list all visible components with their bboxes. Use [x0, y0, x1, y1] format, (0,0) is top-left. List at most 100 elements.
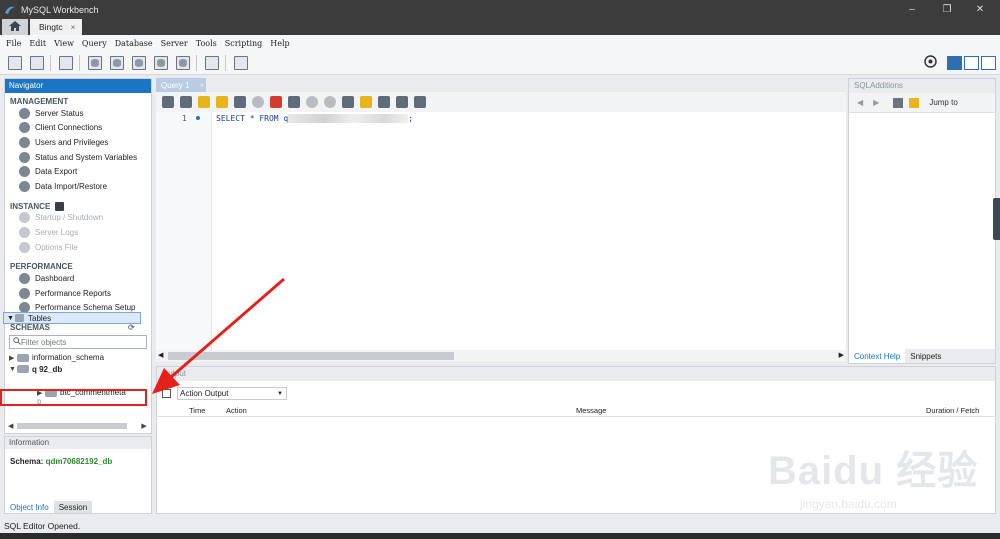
tree-row-information-schema[interactable]: ▶ information_schema	[5, 352, 151, 364]
new-sql-tab-icon[interactable]	[8, 55, 22, 70]
tab-session[interactable]: Session	[53, 501, 93, 513]
close-tab-icon[interactable]: ×	[71, 23, 76, 32]
nav-data-export[interactable]: Data Export	[5, 164, 151, 179]
editor-hscroll[interactable]: ◀ ▶	[156, 350, 846, 362]
menu-help[interactable]: Help	[270, 39, 289, 48]
query-tab[interactable]: Query 1 ×	[156, 78, 206, 92]
create-function-icon[interactable]	[176, 55, 190, 70]
column-message[interactable]: Message	[576, 406, 606, 415]
nav-client-connections[interactable]: Client Connections	[5, 121, 151, 136]
menu-scripting[interactable]: Scripting	[225, 39, 263, 48]
inspector-icon[interactable]	[59, 55, 73, 70]
nav-performance-reports[interactable]: Performance Reports	[5, 286, 151, 301]
minimize-button[interactable]: –	[897, 0, 927, 19]
create-procedure-icon[interactable]	[154, 55, 168, 70]
rollback-icon[interactable]	[324, 96, 336, 108]
output-type-select[interactable]: Action Output ▼	[177, 387, 287, 400]
main-toolbar	[0, 51, 1000, 75]
instance-section-title: INSTANCE	[5, 201, 151, 211]
open-file-icon[interactable]	[162, 96, 174, 108]
jump-to-label[interactable]: Jump to	[929, 98, 957, 107]
beautify-icon[interactable]	[360, 96, 372, 108]
menu-file[interactable]: File	[6, 39, 21, 48]
menu-database[interactable]: Database	[115, 39, 153, 48]
refresh-schemas-icon[interactable]: ⟳	[128, 323, 135, 332]
sql-editor[interactable]: 1 SELECT * FROM q;	[156, 112, 846, 350]
filter-objects-field[interactable]	[9, 335, 147, 350]
menu-edit[interactable]: Edit	[29, 39, 46, 48]
schemas-section-title: SCHEMAS ⟳	[5, 323, 151, 332]
collapse-arrow-icon[interactable]: ▼	[9, 366, 17, 373]
stop-icon[interactable]	[252, 96, 264, 108]
instance-title: INSTANCE	[10, 201, 51, 211]
toggle-output-button[interactable]	[964, 55, 979, 70]
toggle-sidebar-button[interactable]	[947, 55, 962, 70]
nav-server-logs[interactable]: Server Logs	[5, 225, 151, 240]
toggle-error-icon[interactable]	[270, 96, 282, 108]
nav-status-variables[interactable]: Status and System Variables	[5, 150, 151, 165]
explain-icon[interactable]	[234, 96, 246, 108]
wrap-lines-icon[interactable]	[414, 96, 426, 108]
create-table-icon[interactable]	[110, 55, 124, 70]
nav-users-privileges[interactable]: Users and Privileges	[5, 135, 151, 150]
scroll-thumb[interactable]	[17, 423, 128, 429]
scroll-left-icon[interactable]: ◀	[8, 422, 13, 430]
menu-tools[interactable]: Tools	[196, 39, 217, 48]
tree-row-active-schema[interactable]: ▼ q 92_db	[5, 364, 151, 376]
scroll-right-icon[interactable]: ▶	[839, 351, 844, 359]
navigator-hscroll[interactable]: ◀ ▶	[8, 421, 148, 431]
tree-row-tables[interactable]: ▼ Tables	[3, 312, 141, 324]
tab-snippets[interactable]: Snippets	[905, 349, 946, 363]
forward-arrow-icon[interactable]: ▶	[873, 98, 879, 107]
context-help-icon[interactable]	[893, 97, 904, 108]
menu-query[interactable]: Query	[82, 39, 107, 48]
scroll-right-icon[interactable]: ▶	[141, 422, 146, 430]
invisible-chars-icon[interactable]	[396, 96, 408, 108]
commit-icon[interactable]	[306, 96, 318, 108]
find-icon[interactable]	[378, 96, 390, 108]
search-table-data-icon[interactable]	[205, 55, 219, 70]
column-duration[interactable]: Duration / Fetch	[926, 406, 979, 415]
nav-startup-shutdown[interactable]: Startup / Shutdown	[5, 211, 151, 226]
connection-tab-label: Bingtc	[39, 22, 63, 32]
sql-suffix: ;	[408, 114, 414, 123]
auto-help-icon[interactable]	[909, 97, 920, 108]
collapse-arrow-icon[interactable]: ▼	[7, 315, 14, 322]
menu-view[interactable]: View	[54, 39, 74, 48]
nav-data-import[interactable]: Data Import/Restore	[5, 179, 151, 194]
connection-tab[interactable]: Bingtc ×	[30, 19, 82, 35]
execute-icon[interactable]	[198, 96, 210, 108]
settings-gear-icon[interactable]	[924, 55, 937, 70]
create-view-icon[interactable]	[132, 55, 146, 70]
side-panel-handle[interactable]	[993, 198, 1000, 240]
scroll-left-icon[interactable]: ◀	[158, 351, 163, 359]
nav-options-file[interactable]: Options File	[5, 240, 151, 255]
back-arrow-icon[interactable]: ◀	[857, 98, 863, 107]
filter-objects-input[interactable]	[21, 337, 131, 347]
create-schema-icon[interactable]	[88, 55, 102, 70]
home-tab[interactable]	[2, 19, 28, 35]
toggle-secondary-sidebar-button[interactable]	[981, 55, 996, 70]
nav-server-status[interactable]: Server Status	[5, 106, 151, 121]
close-window-button[interactable]: ✕	[965, 0, 995, 19]
scroll-thumb[interactable]	[168, 352, 454, 360]
save-icon[interactable]	[180, 96, 192, 108]
copy-icon[interactable]	[162, 389, 171, 398]
tab-context-help[interactable]: Context Help	[849, 349, 906, 363]
reconnect-icon[interactable]	[234, 55, 248, 70]
maximize-button[interactable]: ❐	[932, 0, 962, 19]
column-action[interactable]: Action	[226, 406, 247, 415]
menu-server[interactable]: Server	[161, 39, 188, 48]
close-query-tab-icon[interactable]: ×	[199, 81, 204, 90]
execute-current-icon[interactable]	[216, 96, 228, 108]
sql-additions-header: SQLAdditions	[849, 79, 995, 93]
expand-arrow-icon[interactable]: ▶	[9, 354, 17, 362]
tab-object-info[interactable]: Object Info	[5, 501, 54, 513]
nav-dashboard[interactable]: Dashboard	[5, 271, 151, 286]
nav-label: Options File	[35, 242, 78, 252]
limit-rows-icon[interactable]	[288, 96, 300, 108]
column-time[interactable]: Time	[189, 406, 205, 415]
open-sql-script-icon[interactable]	[30, 55, 44, 70]
autocommit-icon[interactable]	[342, 96, 354, 108]
sql-code[interactable]: SELECT * FROM q;	[216, 114, 413, 123]
